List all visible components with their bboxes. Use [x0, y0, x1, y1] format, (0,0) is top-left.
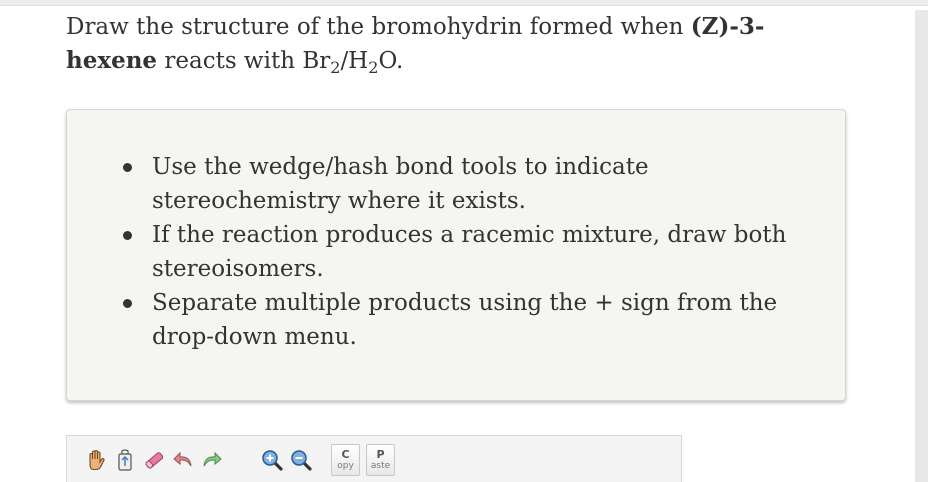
- redo-icon[interactable]: [197, 444, 226, 476]
- question-text: Draw the structure of the bromohydrin fo…: [66, 13, 765, 77]
- undo-icon[interactable]: [168, 444, 197, 476]
- lasso-icon[interactable]: [110, 444, 139, 476]
- zoom-out-icon[interactable]: [286, 444, 315, 476]
- bullet-icon: [123, 163, 132, 172]
- paste-button[interactable]: P aste: [366, 444, 395, 476]
- drawing-toolbar: C opy P aste: [66, 435, 682, 482]
- scrollbar[interactable]: [915, 10, 928, 482]
- bullet-icon: [123, 231, 132, 240]
- bullet-icon: [123, 299, 132, 308]
- instructions-list: Use the wedge/hash bond tools to indicat…: [117, 150, 817, 354]
- list-item: Use the wedge/hash bond tools to indicat…: [117, 150, 817, 218]
- list-item: If the reaction produces a racemic mixtu…: [117, 218, 817, 286]
- instructions-box: Use the wedge/hash bond tools to indicat…: [66, 109, 846, 401]
- copy-button[interactable]: C opy: [331, 444, 360, 476]
- eraser-icon[interactable]: [139, 444, 168, 476]
- zoom-in-icon[interactable]: [257, 444, 286, 476]
- hand-icon[interactable]: [81, 444, 110, 476]
- top-rule: [0, 0, 928, 6]
- list-item: Separate multiple products using the + s…: [117, 286, 817, 354]
